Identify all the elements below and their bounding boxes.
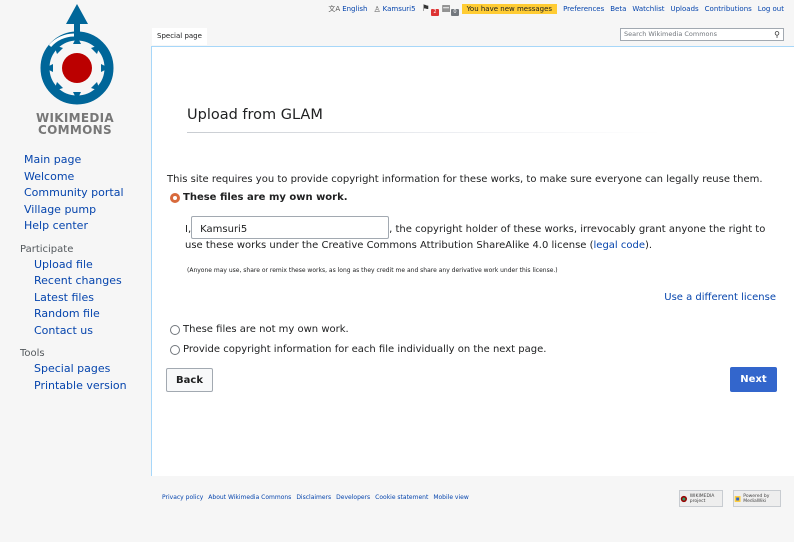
not-own-work-radio[interactable]: These files are not my own work. <box>170 324 349 335</box>
contributions-link[interactable]: Contributions <box>705 5 752 13</box>
sidebar-heading-participate: Participate <box>20 243 74 255</box>
not-own-work-label: These files are not my own work. <box>183 324 349 335</box>
sidebar-item-contact-us[interactable]: Contact us <box>24 323 150 340</box>
beta-link[interactable]: Beta <box>610 5 626 13</box>
logo-wordmark-line2: COMMONS <box>38 123 112 137</box>
different-license-link[interactable]: Use a different license <box>664 292 776 303</box>
search-input[interactable]: Search Wikimedia Commons ⚲ <box>620 28 784 41</box>
footer-disclaimers[interactable]: Disclaimers <box>296 494 331 501</box>
sidebar-item-upload-file[interactable]: Upload file <box>24 257 150 274</box>
intro-text: This site requires you to provide copyri… <box>167 174 763 185</box>
sidebar-tools: Special pages Printable version <box>24 361 150 394</box>
back-button[interactable]: Back <box>166 368 213 392</box>
licence-fine-print: (Anyone may use, share or remix these wo… <box>187 267 558 274</box>
sidebar-item-printable-version[interactable]: Printable version <box>24 378 150 395</box>
sidebar-navigation: Main page Welcome Community portal Villa… <box>24 152 150 235</box>
uploads-link[interactable]: Uploads <box>670 5 698 13</box>
own-work-label: These files are my own work. <box>183 192 348 203</box>
sidebar-item-special-pages[interactable]: Special pages <box>24 361 150 378</box>
notices-button[interactable]: ▤ 0 <box>441 4 459 16</box>
sidebar: Main page Welcome Community portal Villa… <box>20 152 150 402</box>
language-selector[interactable]: 文A English <box>328 4 367 14</box>
page-title: Upload from GLAM <box>187 107 323 123</box>
sidebar-item-main-page[interactable]: Main page <box>24 152 150 169</box>
sidebar-item-recent-changes[interactable]: Recent changes <box>24 273 150 290</box>
legal-code-link[interactable]: legal code <box>594 240 645 251</box>
title-divider <box>187 132 662 133</box>
sidebar-item-community-portal[interactable]: Community portal <box>24 185 150 202</box>
copyright-holder-input[interactable]: Kamsuri5 <box>191 216 390 239</box>
footer-links: Privacy policy About Wikimedia Commons D… <box>162 494 469 501</box>
sidebar-item-village-pump[interactable]: Village pump <box>24 202 150 219</box>
wikimedia-badge-text: WIKIMEDIA project <box>689 493 715 504</box>
individual-copyright-radio[interactable]: Provide copyright information for each f… <box>170 344 546 355</box>
search-icon[interactable]: ⚲ <box>774 29 780 40</box>
footer-developers[interactable]: Developers <box>336 494 370 501</box>
site-logo[interactable]: WIKIMEDIA COMMONS <box>20 2 130 136</box>
content-area: Upload from GLAM This site requires you … <box>151 46 794 476</box>
translate-icon: 文A <box>328 5 341 13</box>
search-placeholder: Search Wikimedia Commons <box>624 30 718 38</box>
mediawiki-badge[interactable]: Powered by MediaWiki <box>733 490 781 507</box>
commons-logo-icon <box>40 4 114 105</box>
alerts-button[interactable]: ⚑ 2 <box>421 4 439 16</box>
radio-icon[interactable] <box>170 344 180 355</box>
tab-special-page[interactable]: Special page <box>152 28 207 45</box>
footer-mobile-view[interactable]: Mobile view <box>433 494 468 501</box>
radio-icon[interactable] <box>170 324 180 335</box>
alerts-count: 2 <box>431 9 439 16</box>
footer-about[interactable]: About Wikimedia Commons <box>208 494 291 501</box>
notices-count: 0 <box>451 9 459 16</box>
wikimedia-logo-icon <box>680 495 687 502</box>
sidebar-item-welcome[interactable]: Welcome <box>24 169 150 186</box>
footer-cookie-statement[interactable]: Cookie statement <box>375 494 428 501</box>
mediawiki-logo-icon <box>734 495 741 502</box>
mediawiki-badge-text: Powered by MediaWiki <box>743 493 770 504</box>
licence-suffix: ). <box>645 240 653 251</box>
new-messages-banner[interactable]: You have new messages <box>461 4 558 14</box>
sidebar-item-random-file[interactable]: Random file <box>24 306 150 323</box>
personal-toolbar: 文A English ♙ Kamsuri5 ⚑ 2 ▤ 0 You have n… <box>328 3 784 16</box>
language-link[interactable]: English <box>342 5 367 13</box>
licence-statement: I, Kamsuri5, the copyright holder of thes… <box>185 216 785 254</box>
preferences-link[interactable]: Preferences <box>563 5 604 13</box>
watchlist-link[interactable]: Watchlist <box>632 5 664 13</box>
user-menu[interactable]: ♙ Kamsuri5 <box>373 5 415 14</box>
own-work-radio[interactable]: These files are my own work. <box>170 192 348 203</box>
next-button[interactable]: Next <box>730 367 777 392</box>
sidebar-item-latest-files[interactable]: Latest files <box>24 290 150 307</box>
sidebar-item-help-center[interactable]: Help center <box>24 218 150 235</box>
user-icon: ♙ <box>373 4 381 14</box>
radio-selected-icon[interactable] <box>170 192 180 203</box>
individual-copyright-label: Provide copyright information for each f… <box>183 344 547 355</box>
tray-icon: ▤ <box>441 4 451 14</box>
bell-icon: ⚑ <box>421 4 430 14</box>
footer-privacy-policy[interactable]: Privacy policy <box>162 494 203 501</box>
sidebar-heading-tools: Tools <box>20 348 45 359</box>
logout-link[interactable]: Log out <box>758 5 784 13</box>
username-link[interactable]: Kamsuri5 <box>383 5 416 13</box>
wikimedia-project-badge[interactable]: WIKIMEDIA project <box>679 490 723 507</box>
sidebar-participate: Upload file Recent changes Latest files … <box>24 257 150 340</box>
footer-badges: WIKIMEDIA project Powered by MediaWiki <box>679 490 781 507</box>
